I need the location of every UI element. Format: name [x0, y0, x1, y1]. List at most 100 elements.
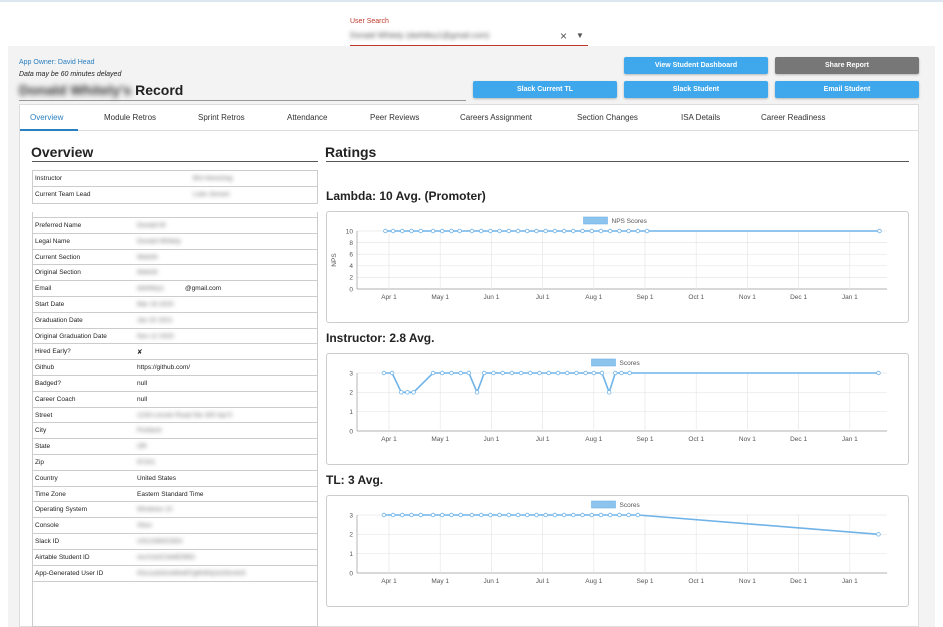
x-tick-label: Apr 1	[381, 294, 397, 301]
data-point	[478, 512, 484, 518]
ratings-heading: Ratings	[325, 144, 377, 160]
data-point	[552, 228, 558, 234]
data-point	[580, 512, 585, 518]
user-search[interactable]: User Search Donald Whitely (dwhitley1@gm…	[350, 18, 588, 47]
data-point	[449, 512, 454, 518]
data-point	[617, 228, 622, 234]
data-point	[543, 512, 548, 518]
row-value: OR	[137, 443, 147, 451]
table-row: State OR	[33, 439, 317, 455]
slack-student-button[interactable]: Slack Student	[624, 81, 768, 98]
table-row: Start Date Mar 16 2020	[33, 297, 317, 313]
data-point	[598, 228, 604, 234]
data-point	[546, 370, 551, 376]
top-bar: User Search Donald Whitely (dwhitley1@gm…	[0, 2, 943, 47]
x-tick-label: May 1	[431, 578, 449, 585]
lambda-nps-chart: NPS Scores 0 2 4 6 8 10 Apr 1 May 1 Jun 1 Jul 1 Aug…	[326, 211, 909, 323]
row-value: Web34	[137, 269, 158, 277]
user-search-field[interactable]: Donald Whitely (dwhitley1@gmail.com) × ▼	[350, 25, 588, 47]
table-row: Original Graduation Date Nov 12 2020	[33, 329, 317, 345]
row-value: 1234 Lincoln Road Ste 300 Apt 5	[137, 411, 233, 419]
app-owner-link[interactable]: App Owner: David Head	[19, 59, 94, 66]
table-row: Zip 97201	[33, 455, 317, 471]
x-tick-label: May 1	[431, 436, 449, 443]
series-line	[383, 514, 879, 536]
row-value: Xbox	[137, 522, 152, 530]
row-key: Console	[35, 522, 59, 530]
x-tick-label: Aug 1	[585, 578, 602, 585]
tab-module-retros[interactable]: Module Retros	[104, 113, 156, 122]
clear-icon[interactable]: ×	[560, 29, 567, 43]
data-point	[430, 512, 436, 518]
data-point	[635, 228, 641, 234]
y-tick-label: 1	[349, 409, 353, 416]
slack-current-tl-button[interactable]: Slack Current TL	[473, 81, 617, 98]
data-point	[458, 512, 463, 518]
tab-sprint-retros[interactable]: Sprint Retros	[198, 113, 245, 122]
row-key: Github	[35, 364, 55, 372]
row-value: dwhitley1	[137, 285, 165, 293]
student-name: Donald Whitely's	[19, 82, 132, 98]
chevron-down-icon[interactable]: ▼	[576, 31, 584, 40]
x-tick-label: Jun 1	[483, 436, 499, 443]
table-row: Instructor Brit Hemming	[33, 171, 317, 187]
tl-scores-chart-svg: Scores 0 1 2 3 Apr 1 May 1 Jun 1 Jul 1 Aug 1 Sep 1…	[349, 500, 887, 585]
x-tick-label: Oct 1	[688, 436, 704, 443]
data-point	[506, 228, 512, 234]
email-student-button[interactable]: Email Student	[775, 81, 919, 98]
data-point	[607, 228, 613, 234]
tab-attendance[interactable]: Attendance	[287, 113, 327, 122]
tab-careers-assignment[interactable]: Careers Assignment	[460, 113, 532, 122]
share-report-button[interactable]: Share Report	[775, 57, 919, 74]
data-point	[525, 512, 530, 518]
row-value: Nov 12 2020	[137, 332, 174, 340]
data-point	[411, 390, 416, 395]
x-tick-label: Jan 1	[842, 436, 858, 443]
hired-early-value: ✘	[137, 349, 143, 357]
row-key: Graduation Date	[35, 316, 83, 324]
x-tick-label: Oct 1	[688, 294, 704, 301]
instructor-scores-chart: Scores 0 1 2 3 Apr 1 May 1 Jun 1 Jul 1 Aug 1 Sep 1…	[326, 353, 909, 465]
active-tab-indicator	[20, 129, 78, 131]
data-point	[509, 370, 515, 376]
table-row: Street 1234 Lincoln Road Ste 300 Apt 5	[33, 408, 317, 424]
user-search-value[interactable]: Donald Whitely (dwhitley1@gmail.com)	[350, 31, 489, 40]
tab-peer-reviews[interactable]: Peer Reviews	[370, 113, 419, 122]
legend-label: Scores	[620, 360, 641, 367]
tab-section-changes[interactable]: Section Changes	[577, 113, 638, 122]
data-point	[627, 370, 632, 376]
data-point	[599, 370, 605, 376]
data-point	[390, 228, 396, 234]
view-student-dashboard-button[interactable]: View Student Dashboard	[624, 57, 768, 74]
row-value: Jan 20 2021	[137, 316, 173, 324]
legend-swatch	[591, 500, 616, 509]
row-value: United States	[137, 474, 177, 482]
row-key: App-Generated User ID	[35, 569, 104, 577]
data-point	[555, 370, 561, 376]
data-point	[466, 370, 472, 376]
data-point	[430, 370, 436, 376]
x-tick-label: Dec 1	[790, 578, 807, 585]
record-label: Record	[135, 82, 184, 98]
data-point	[607, 512, 613, 518]
data-point	[409, 228, 414, 234]
table-row: Current Team Lead Luke Jensen	[33, 187, 317, 203]
record-panel: Overview Module Retros Sprint Retros Att…	[19, 104, 919, 627]
page-title: Donald Whitely's Record	[19, 82, 466, 101]
table-row: App-Generated User ID 00u1a2b3c4d5e6f7g8h…	[33, 566, 317, 582]
row-value: Windows 10	[137, 506, 173, 514]
table-row: Current Section Web34	[33, 250, 317, 266]
x-tick-label: Sep 1	[637, 294, 654, 301]
github-link[interactable]: https://github.com/	[137, 364, 190, 371]
tab-isa-details[interactable]: ISA Details	[681, 113, 720, 122]
table-row: Badged? null	[33, 376, 317, 392]
row-key: State	[35, 443, 51, 451]
data-point	[469, 512, 475, 518]
tab-career-readiness[interactable]: Career Readiness	[761, 113, 825, 122]
x-tick-label: Nov 1	[739, 436, 756, 443]
data-point	[515, 512, 521, 518]
tab-overview[interactable]: Overview	[30, 113, 63, 122]
data-point	[491, 370, 496, 376]
data-point	[440, 370, 445, 376]
table-row: Career Coach null	[33, 392, 317, 408]
